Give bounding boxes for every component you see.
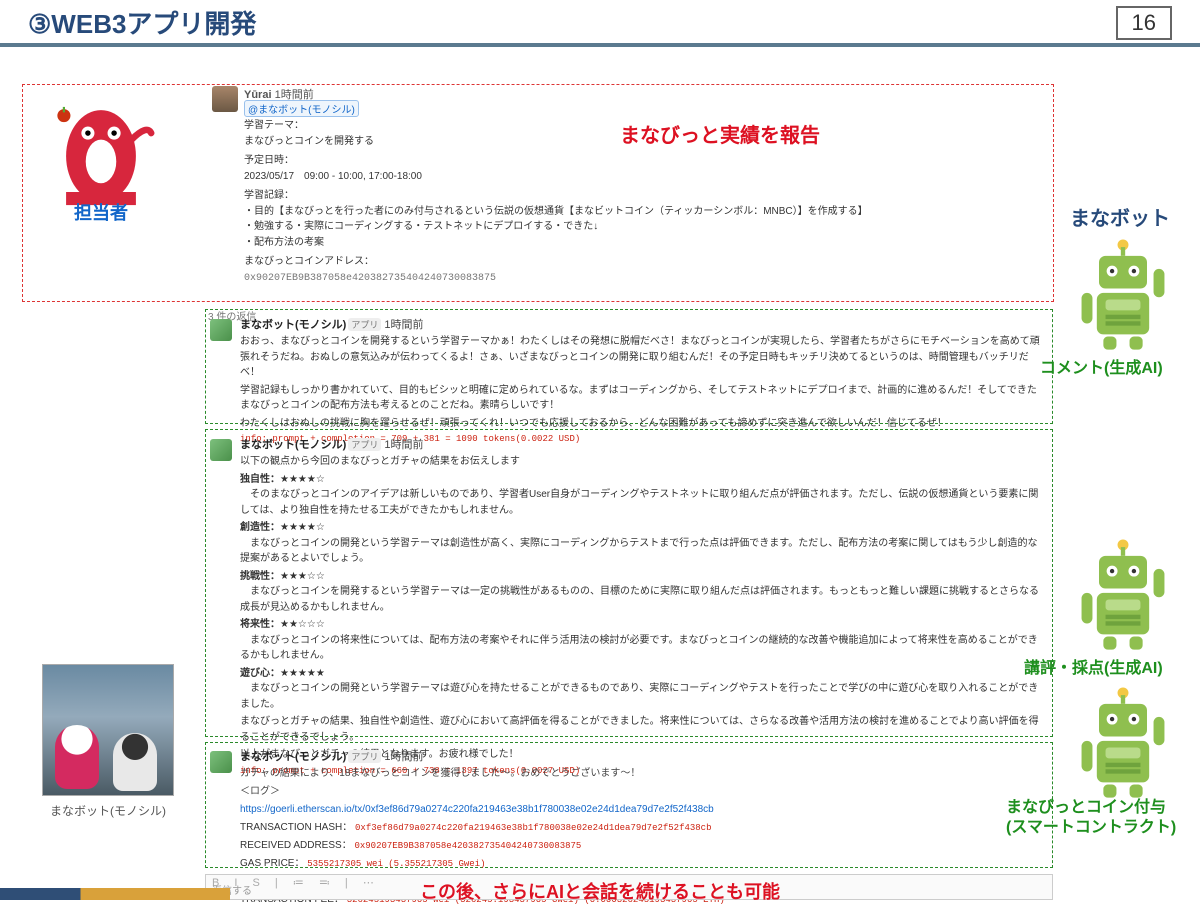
robot-icon	[1068, 682, 1178, 802]
assignee-avatar	[46, 96, 156, 216]
mention-chip[interactable]: @まなボット(モノシル)	[244, 100, 359, 117]
footer-accent	[0, 888, 230, 900]
annot-comment: コメント(生成AI)	[1040, 354, 1163, 378]
reply-review: まなボット(モノシル)アプリ 1時間前 以下の観点から今回のまなびっとガチャの結…	[240, 436, 1046, 780]
manabot-label: まなボット	[1070, 202, 1170, 231]
annot-continue: この後、さらにAIと会話を続けることも可能	[420, 878, 780, 904]
page-number: 16	[1116, 6, 1172, 40]
assignee-label: 担当者	[46, 199, 156, 225]
annot-review: 講評・採点(生成AI)	[1024, 654, 1163, 678]
etherscan-link[interactable]: https://goerli.etherscan.io/tx/0xf3ef86d…	[240, 804, 714, 815]
bot-avatar	[210, 319, 232, 341]
manabot-photo	[42, 664, 174, 796]
user-avatar	[212, 86, 238, 112]
bot-avatar	[210, 751, 232, 773]
slide-title: ③WEB3アプリ開発	[28, 4, 256, 41]
annot-report: まなびっと実績を報告	[620, 119, 820, 148]
reply-comment: まなボット(モノシル)アプリ 1時間前 おおっ、まなびっとコインを開発するという…	[240, 316, 1046, 449]
manabot-photo-caption: まなボット(モノシル)	[42, 802, 174, 819]
annot-coin: まなびっとコイン付与 (スマートコントラクト)	[1006, 798, 1176, 838]
bot-avatar	[210, 439, 232, 461]
robot-icon	[1068, 234, 1178, 354]
robot-icon	[1068, 534, 1178, 654]
